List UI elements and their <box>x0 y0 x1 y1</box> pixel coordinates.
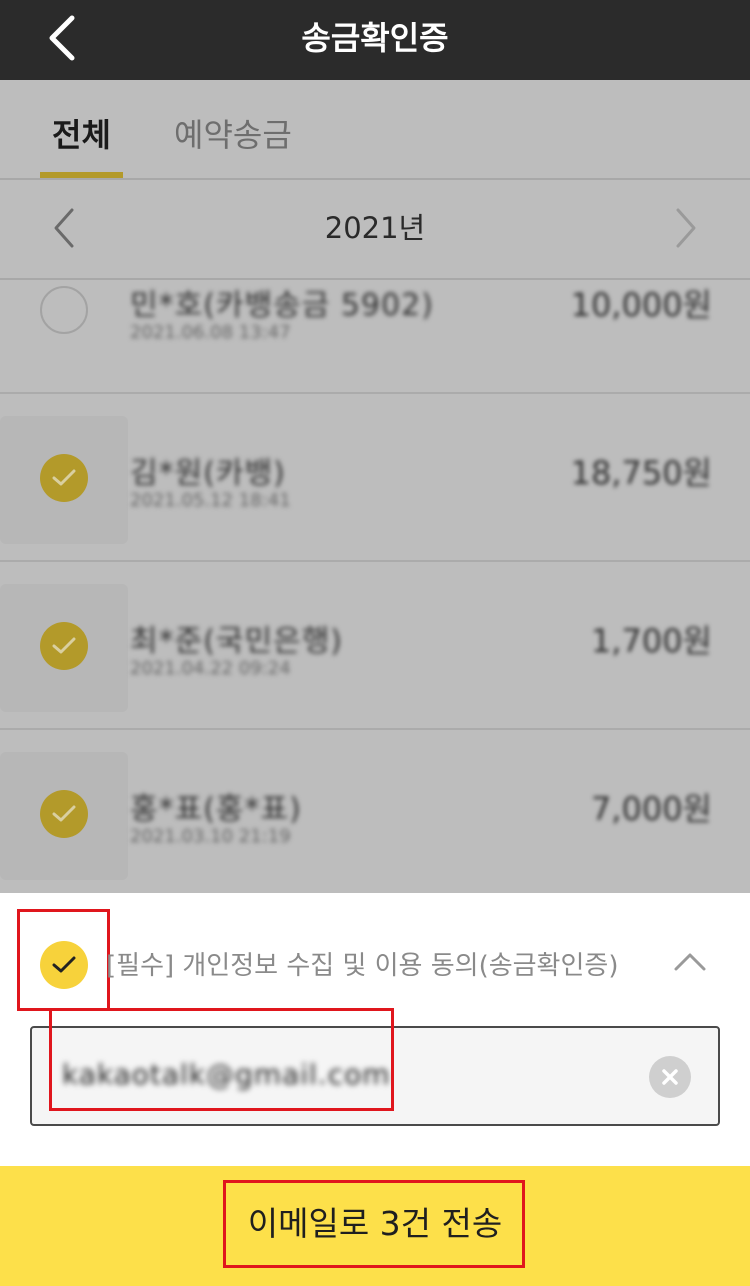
transaction-amount: 10,000원 <box>570 286 712 324</box>
tab-all[interactable]: 전체 <box>52 110 111 156</box>
clear-icon <box>662 1069 678 1085</box>
transaction-date: 2021.05.12 18:41 <box>130 490 291 511</box>
row-checkbox[interactable] <box>40 790 88 838</box>
consent-label[interactable]: [필수] 개인정보 수집 및 이용 동의(송금확인증) <box>106 945 618 982</box>
tab-bar: 전체 예약송금 <box>0 80 750 180</box>
send-highlight-box <box>223 1180 525 1268</box>
transaction-date: 2021.03.10 21:19 <box>130 826 291 847</box>
consent-highlight-box <box>17 909 110 1011</box>
email-highlight-box <box>49 1008 394 1111</box>
transaction-amount: 1,700원 <box>590 622 712 660</box>
clear-email-button[interactable] <box>649 1056 691 1098</box>
expand-consent-button[interactable] <box>670 945 710 977</box>
recipient-name: 최*준(국민은행) <box>130 624 344 659</box>
chevron-up-icon <box>674 953 706 971</box>
list-item[interactable]: 홍*표(홍*표) 2021.03.10 21:19 7,000원 <box>0 730 750 893</box>
dimmed-background: 전체 예약송금 2021년 민*호(카뱅송금 5902) 2021.06.08 … <box>0 80 750 893</box>
recipient-name: 홍*표(홍*표) <box>130 792 302 827</box>
list-item[interactable]: 김*원(카뱅) 2021.05.12 18:41 18,750원 <box>0 394 750 562</box>
check-icon <box>52 805 76 822</box>
check-icon <box>52 469 76 486</box>
list-item[interactable]: 민*호(카뱅송금 5902) 2021.06.08 13:47 10,000원 <box>0 226 750 394</box>
transaction-amount: 18,750원 <box>570 454 712 492</box>
row-checkbox[interactable] <box>40 454 88 502</box>
transaction-date: 2021.06.08 13:47 <box>130 322 291 343</box>
page-title: 송금확인증 <box>301 19 449 57</box>
row-checkbox[interactable] <box>40 622 88 670</box>
recipient-name: 김*원(카뱅) <box>130 456 286 491</box>
transaction-amount: 7,000원 <box>590 790 712 828</box>
tab-scheduled[interactable]: 예약송금 <box>174 110 292 156</box>
active-tab-indicator <box>40 172 123 178</box>
transaction-date: 2021.04.22 09:24 <box>130 658 291 679</box>
check-icon <box>52 637 76 654</box>
title-bar: 송금확인증 <box>0 0 750 80</box>
row-checkbox[interactable] <box>40 286 88 334</box>
recipient-name: 민*호(카뱅송금 5902) <box>130 288 434 323</box>
list-item[interactable]: 최*준(국민은행) 2021.04.22 09:24 1,700원 <box>0 562 750 730</box>
